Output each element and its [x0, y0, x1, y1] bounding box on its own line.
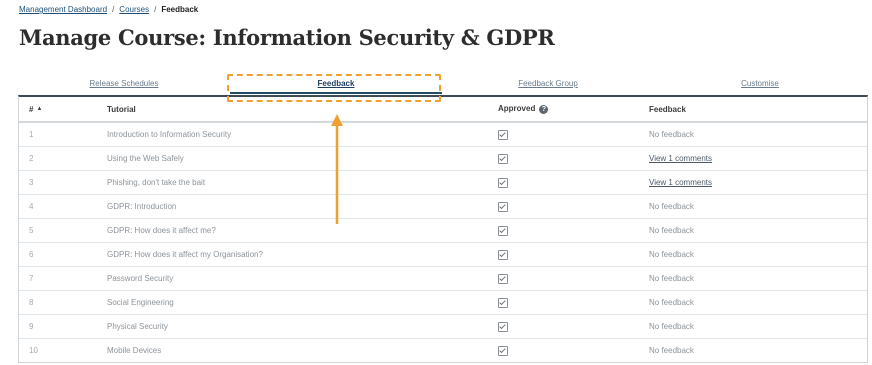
- approved-checkbox-icon[interactable]: [498, 345, 508, 356]
- feedback-status: No feedback: [649, 322, 694, 331]
- approved-cell: [488, 242, 639, 267]
- up-arrow-annotation: [331, 114, 343, 224]
- row-number: 1: [19, 122, 97, 147]
- approved-cell: [488, 122, 639, 147]
- approved-cell: [488, 314, 639, 339]
- tab-release-schedules[interactable]: Release Schedules: [18, 76, 230, 94]
- row-number: 6: [19, 242, 97, 267]
- table-row: 3 Phishing, don't take the bait View 1 com…: [19, 170, 867, 195]
- table-row: 10 Mobile Devices No feedback: [19, 339, 867, 363]
- tutorials-table: # ▲ Tutorial Approved? Feedback 1 Introduc…: [18, 95, 868, 363]
- tutorial-name: GDPR: How does it affect me?: [97, 218, 488, 243]
- breadcrumb-separator: /: [112, 5, 115, 14]
- approved-checkbox-icon[interactable]: [498, 201, 508, 212]
- approved-cell: [488, 194, 639, 219]
- approved-cell: [488, 339, 639, 363]
- row-number: 2: [19, 146, 97, 171]
- approved-checkbox-icon[interactable]: [498, 225, 508, 236]
- breadcrumb-link-management-dashboard[interactable]: Management Dashboard: [19, 5, 107, 14]
- tutorial-name: Physical Security: [97, 314, 488, 339]
- row-number: 4: [19, 194, 97, 219]
- sort-ascending-icon: ▲: [36, 106, 43, 113]
- column-header-approved: Approved?: [488, 97, 639, 123]
- tutorial-name: Password Security: [97, 266, 488, 291]
- approved-cell: [488, 218, 639, 243]
- feedback-cell: View 1 comments: [639, 146, 867, 171]
- feedback-cell: No feedback: [639, 122, 867, 147]
- row-number: 5: [19, 218, 97, 243]
- feedback-cell: View 1 comments: [639, 170, 867, 195]
- feedback-status: No feedback: [649, 346, 694, 355]
- feedback-status: No feedback: [649, 274, 694, 283]
- table-row: 9 Physical Security No feedback: [19, 314, 867, 339]
- column-header-number[interactable]: # ▲: [19, 97, 97, 123]
- tutorial-name: GDPR: Introduction: [97, 194, 488, 219]
- tutorial-name: GDPR: How does it affect my Organisation…: [97, 242, 488, 267]
- feedback-cell: No feedback: [639, 290, 867, 315]
- tutorial-name: Phishing, don't take the bait: [97, 170, 488, 195]
- row-number: 7: [19, 266, 97, 291]
- column-header-number-label: #: [29, 104, 34, 114]
- row-number: 10: [29, 346, 38, 355]
- tab-bar: Release Schedules Feedback Feedback Grou…: [18, 76, 866, 94]
- approved-cell: [488, 170, 639, 195]
- view-comments-link[interactable]: View 1 comments: [649, 178, 712, 187]
- help-icon[interactable]: ?: [539, 104, 549, 114]
- approved-checkbox-icon[interactable]: [498, 249, 508, 260]
- feedback-status: No feedback: [649, 298, 694, 307]
- feedback-status: No feedback: [649, 202, 694, 211]
- approved-checkbox-icon[interactable]: [498, 153, 508, 164]
- tutorial-name: Mobile Devices: [107, 346, 162, 355]
- tutorial-name: Social Engineering: [97, 290, 488, 315]
- table-row: 5 GDPR: How does it affect me? No feedback: [19, 218, 867, 243]
- table-row: 4 GDPR: Introduction No feedback: [19, 194, 867, 219]
- breadcrumb-current: Feedback: [161, 5, 199, 14]
- table-row: 2 Using the Web Safely View 1 comments: [19, 146, 867, 171]
- breadcrumb-link-courses[interactable]: Courses: [119, 5, 149, 14]
- table-header-row: # ▲ Tutorial Approved? Feedback: [19, 97, 867, 123]
- feedback-cell: No feedback: [639, 314, 867, 339]
- view-comments-link[interactable]: View 1 comments: [649, 154, 712, 163]
- column-header-feedback: Feedback: [639, 97, 867, 123]
- feedback-cell: No feedback: [639, 194, 867, 219]
- feedback-tab-highlight: [227, 74, 441, 102]
- row-number: 3: [19, 170, 97, 195]
- table-row: 1 Introduction to Information Security No …: [19, 122, 867, 147]
- approved-checkbox-icon[interactable]: [498, 177, 508, 188]
- column-header-approved-label: Approved: [498, 104, 536, 114]
- table-row: 6 GDPR: How does it affect my Organisatio…: [19, 242, 867, 267]
- approved-checkbox-icon[interactable]: [498, 273, 508, 284]
- page-title: Manage Course: Information Security & GD…: [19, 25, 555, 50]
- feedback-status: No feedback: [649, 226, 694, 235]
- approved-cell: [488, 290, 639, 315]
- feedback-cell: No feedback: [639, 218, 867, 243]
- approved-checkbox-icon[interactable]: [498, 321, 508, 332]
- tutorial-name: Introduction to Information Security: [97, 122, 488, 147]
- approved-cell: [488, 146, 639, 171]
- row-number: 9: [19, 314, 97, 339]
- feedback-cell: No feedback: [639, 266, 867, 291]
- feedback-cell: No feedback: [639, 242, 867, 267]
- approved-checkbox-icon[interactable]: [498, 297, 508, 308]
- feedback-cell: No feedback: [639, 339, 867, 363]
- breadcrumb-separator: /: [154, 5, 157, 14]
- tab-feedback-group[interactable]: Feedback Group: [442, 76, 654, 94]
- row-number: 8: [19, 290, 97, 315]
- table-row: 7 Password Security No feedback: [19, 266, 867, 291]
- tutorial-name: Using the Web Safely: [97, 146, 488, 171]
- tab-customise[interactable]: Customise: [654, 76, 866, 94]
- table-row: 8 Social Engineering No feedback: [19, 290, 867, 315]
- feedback-status: No feedback: [649, 250, 694, 259]
- feedback-status: No feedback: [649, 130, 694, 139]
- breadcrumb: Management Dashboard / Courses / Feedback: [19, 5, 198, 14]
- approved-checkbox-icon[interactable]: [498, 129, 508, 140]
- approved-cell: [488, 266, 639, 291]
